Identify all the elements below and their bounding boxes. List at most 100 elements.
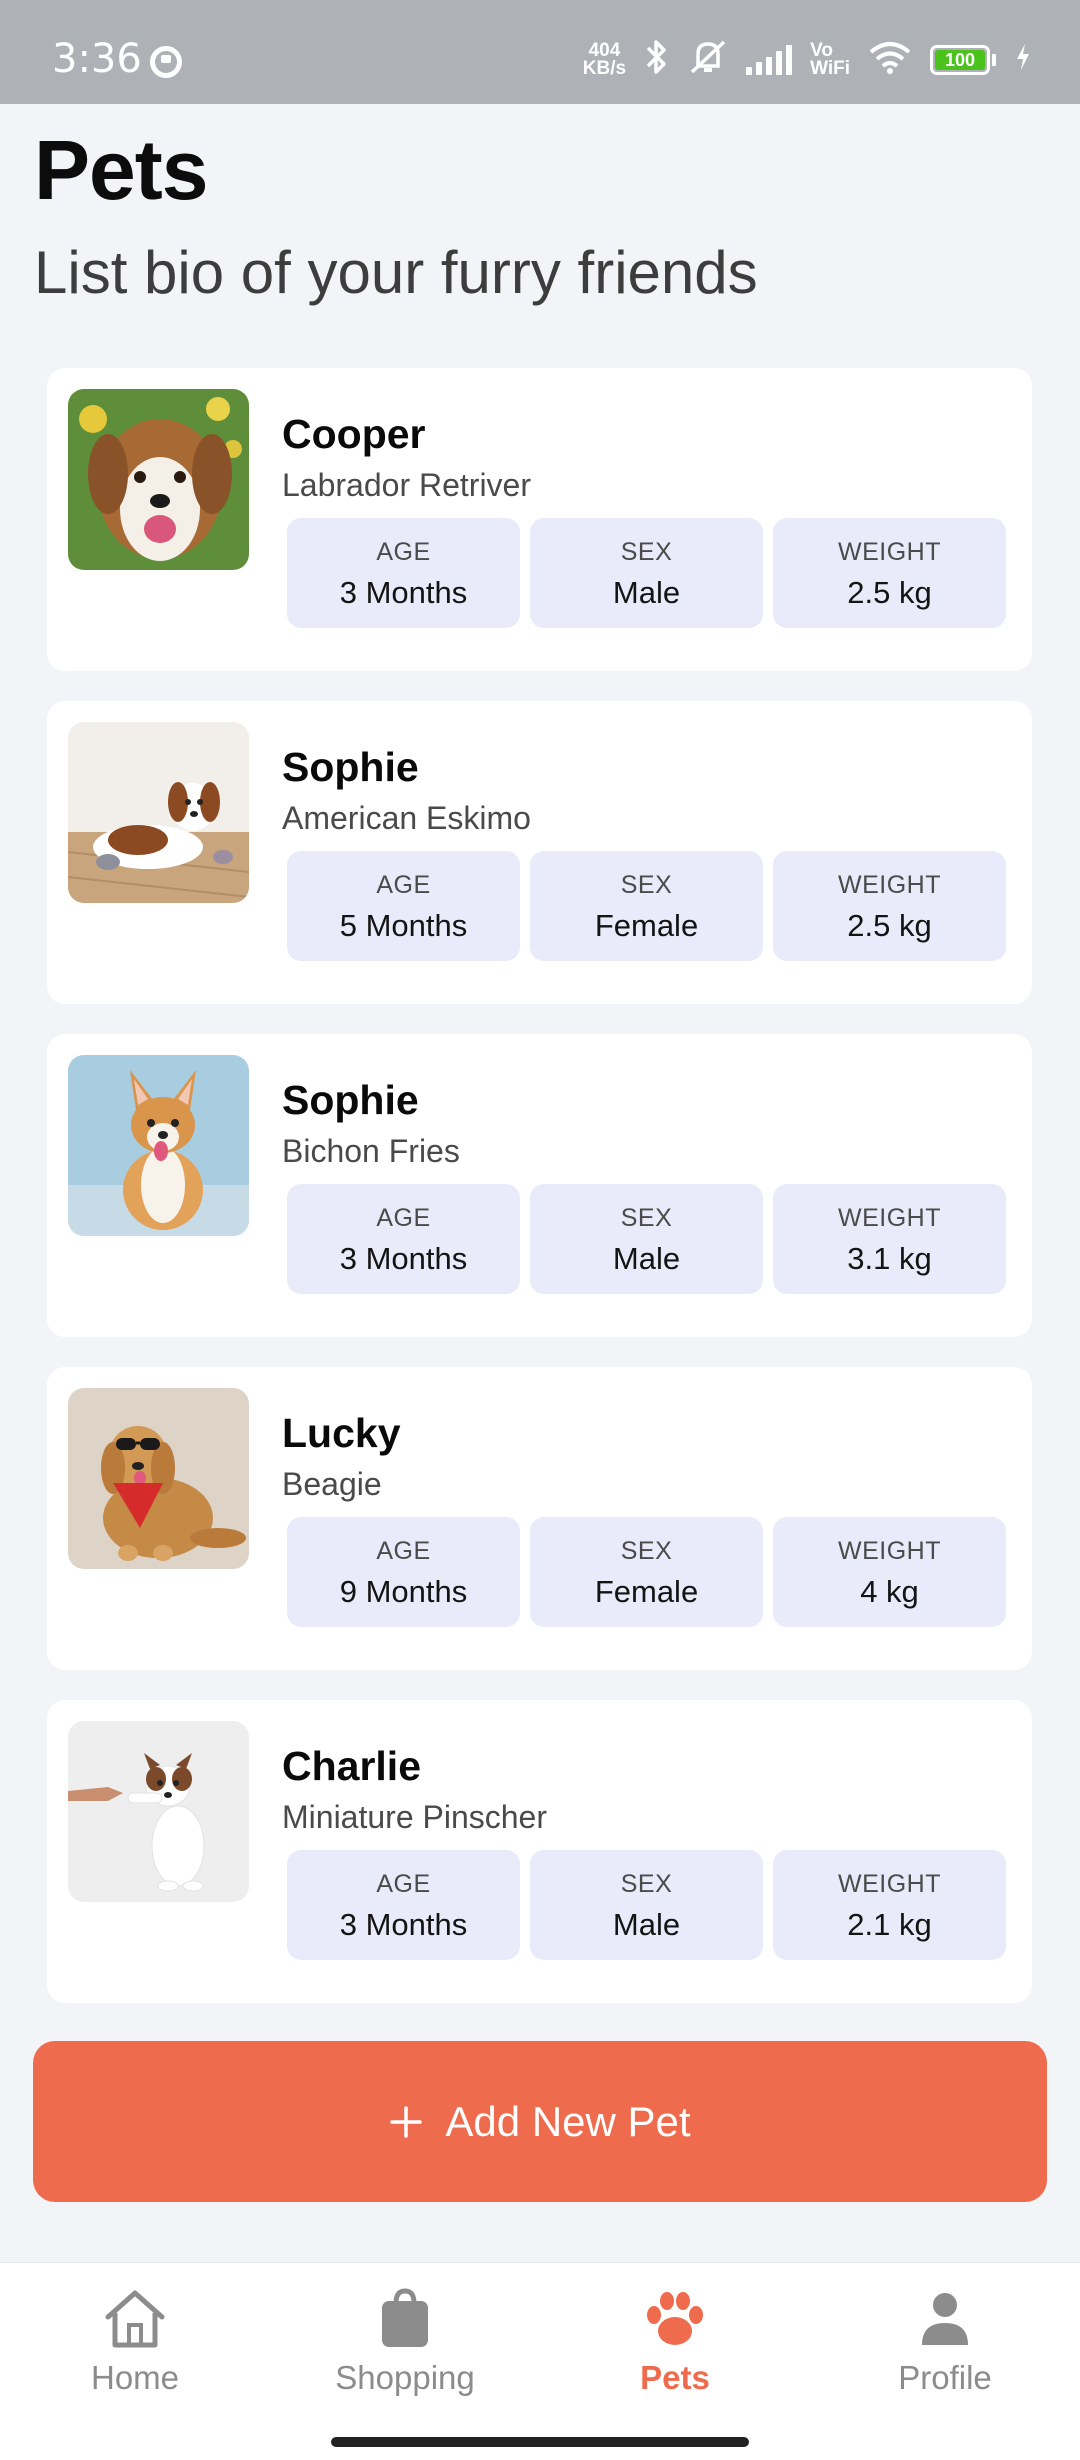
age-stat: AGE 3 Months bbox=[287, 1184, 520, 1294]
age-stat: AGE 3 Months bbox=[287, 1850, 520, 1960]
sex-value: Male bbox=[612, 575, 681, 610]
weight-stat: WEIGHT 2.5 kg bbox=[773, 851, 1006, 961]
vowifi-indicator: Vo WiFi bbox=[810, 41, 850, 79]
weight-label: WEIGHT bbox=[838, 1870, 941, 1898]
pet-breed: American Eskimo bbox=[282, 800, 531, 836]
nav-item-home[interactable]: Home bbox=[35, 2285, 235, 2397]
pet-card[interactable]: Charlie Miniature Pinscher AGE 3 Months … bbox=[47, 1700, 1032, 2003]
pet-card[interactable]: Sophie Bichon Fries AGE 3 Months SEX Mal… bbox=[47, 1034, 1032, 1337]
nav-item-shopping[interactable]: Shopping bbox=[305, 2285, 505, 2397]
sex-stat: SEX Female bbox=[530, 851, 763, 961]
age-stat: AGE 5 Months bbox=[287, 851, 520, 961]
sex-label: SEX bbox=[620, 1204, 673, 1232]
age-value: 3 Months bbox=[339, 575, 468, 610]
network-speed-unit: KB/s bbox=[582, 58, 627, 79]
weight-label: WEIGHT bbox=[838, 871, 941, 899]
nav-item-profile[interactable]: Profile bbox=[845, 2285, 1045, 2397]
sex-value: Female bbox=[594, 1574, 699, 1609]
pet-name: Lucky bbox=[282, 1410, 401, 1456]
weight-stat: WEIGHT 2.1 kg bbox=[773, 1850, 1006, 1960]
weight-value: 2.1 kg bbox=[847, 1907, 932, 1942]
sex-stat: SEX Female bbox=[530, 1517, 763, 1627]
sex-label: SEX bbox=[620, 538, 673, 566]
weight-label: WEIGHT bbox=[838, 1204, 941, 1232]
age-value: 5 Months bbox=[339, 908, 468, 943]
age-stat: AGE 9 Months bbox=[287, 1517, 520, 1627]
pet-card[interactable]: Cooper Labrador Retriver AGE 3 Months SE… bbox=[47, 368, 1032, 671]
sex-label: SEX bbox=[620, 1870, 673, 1898]
nav-label-shopping: Shopping bbox=[335, 2359, 475, 2396]
age-value: 9 Months bbox=[339, 1574, 468, 1609]
mute-icon bbox=[688, 38, 728, 82]
pet-photo bbox=[68, 722, 249, 903]
charging-icon bbox=[1014, 42, 1032, 78]
pet-name: Cooper bbox=[282, 411, 426, 457]
weight-label: WEIGHT bbox=[838, 1537, 941, 1565]
nav-label-home: Home bbox=[90, 2359, 180, 2396]
pet-list: Cooper Labrador Retriver AGE 3 Months SE… bbox=[47, 368, 1032, 2033]
weight-value: 3.1 kg bbox=[847, 1241, 932, 1276]
sex-value: Female bbox=[594, 908, 699, 943]
age-stat: AGE 3 Months bbox=[287, 518, 520, 628]
add-new-pet-button[interactable]: Add New Pet bbox=[33, 2041, 1047, 2202]
status-bar: 3:36 404 KB/s Vo WiFi 100 bbox=[0, 0, 1080, 104]
signal-strength-icon bbox=[746, 45, 793, 75]
weight-stat: WEIGHT 4 kg bbox=[773, 1517, 1006, 1627]
network-speed: 404 KB/s bbox=[582, 41, 627, 79]
notification-icon bbox=[150, 46, 182, 78]
pet-breed: Beagie bbox=[282, 1466, 382, 1502]
pet-breed: Labrador Retriver bbox=[282, 467, 531, 503]
sex-label: SEX bbox=[620, 1537, 673, 1565]
add-new-pet-label: Add New Pet bbox=[445, 2097, 691, 2145]
nav-label-profile: Profile bbox=[898, 2359, 992, 2396]
pet-name: Sophie bbox=[282, 744, 419, 790]
pet-photo bbox=[68, 1055, 249, 1236]
nav-item-pets[interactable]: Pets bbox=[575, 2285, 775, 2397]
person-icon bbox=[845, 2285, 1045, 2351]
wifi-icon bbox=[868, 40, 912, 80]
age-value: 3 Months bbox=[339, 1907, 468, 1942]
pet-photo bbox=[68, 389, 249, 570]
pet-photo bbox=[68, 1721, 249, 1902]
vowifi-bottom: WiFi bbox=[810, 58, 850, 79]
shopping-bag-icon bbox=[305, 2285, 505, 2351]
bottom-navigation: Home Shopping Pets Profile bbox=[0, 2262, 1080, 2460]
home-indicator[interactable] bbox=[331, 2437, 749, 2447]
weight-stat: WEIGHT 2.5 kg bbox=[773, 518, 1006, 628]
weight-stat: WEIGHT 3.1 kg bbox=[773, 1184, 1006, 1294]
pet-photo bbox=[68, 1388, 249, 1569]
sex-value: Male bbox=[612, 1241, 681, 1276]
weight-value: 2.5 kg bbox=[847, 575, 932, 610]
status-icons: 404 KB/s Vo WiFi 100 bbox=[583, 38, 1032, 82]
pet-card[interactable]: Lucky Beagie AGE 9 Months SEX Female WEI… bbox=[47, 1367, 1032, 1670]
pet-card[interactable]: Sophie American Eskimo AGE 5 Months SEX … bbox=[47, 701, 1032, 1004]
pet-name: Sophie bbox=[282, 1077, 419, 1123]
age-label: AGE bbox=[376, 871, 431, 899]
sex-stat: SEX Male bbox=[530, 1850, 763, 1960]
pet-name: Charlie bbox=[282, 1743, 421, 1789]
age-label: AGE bbox=[376, 538, 431, 566]
age-value: 3 Months bbox=[339, 1241, 468, 1276]
status-time: 3:36 bbox=[52, 36, 142, 82]
bluetooth-icon bbox=[644, 38, 670, 82]
home-icon bbox=[35, 2285, 235, 2351]
pet-breed: Bichon Fries bbox=[282, 1133, 460, 1169]
nav-label-pets: Pets bbox=[640, 2359, 710, 2396]
age-label: AGE bbox=[376, 1537, 431, 1565]
paw-icon bbox=[575, 2285, 775, 2351]
sex-stat: SEX Male bbox=[530, 518, 763, 628]
sex-label: SEX bbox=[620, 871, 673, 899]
page-title: Pets bbox=[34, 123, 208, 217]
battery-icon: 100 bbox=[930, 45, 996, 75]
page-subtitle: List bio of your furry friends bbox=[34, 239, 758, 306]
weight-label: WEIGHT bbox=[838, 538, 941, 566]
battery-level: 100 bbox=[935, 50, 985, 70]
age-label: AGE bbox=[376, 1870, 431, 1898]
pet-breed: Miniature Pinscher bbox=[282, 1799, 547, 1835]
age-label: AGE bbox=[376, 1204, 431, 1232]
weight-value: 4 kg bbox=[860, 1574, 919, 1609]
sex-value: Male bbox=[612, 1907, 681, 1942]
plus-icon bbox=[389, 2097, 423, 2147]
sex-stat: SEX Male bbox=[530, 1184, 763, 1294]
weight-value: 2.5 kg bbox=[847, 908, 932, 943]
